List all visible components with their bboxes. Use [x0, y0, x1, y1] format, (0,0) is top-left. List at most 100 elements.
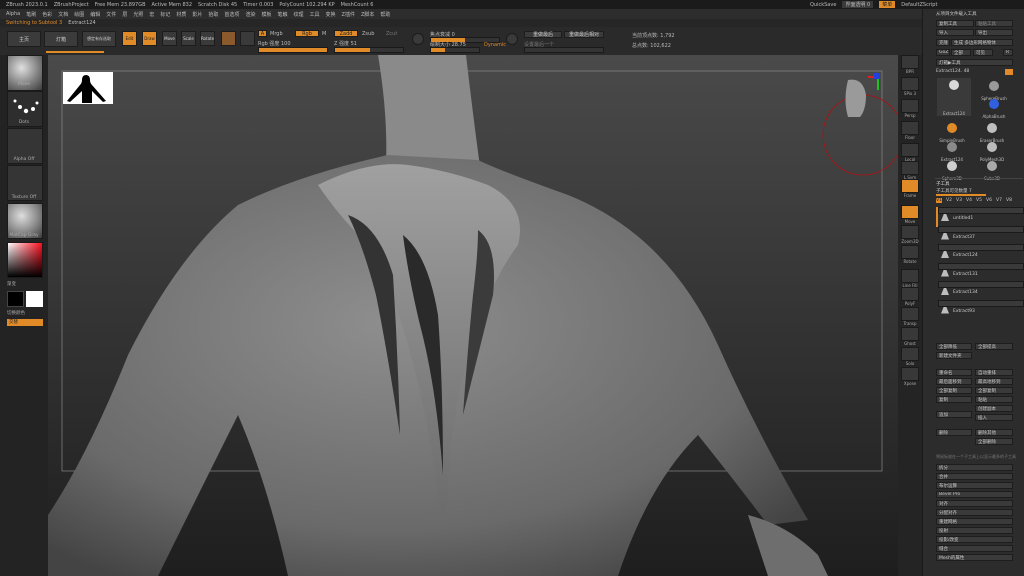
subtool-tab-v2[interactable]: V2	[946, 198, 952, 203]
lightbox-tools-button[interactable]: 灯箱▶工具	[936, 59, 1013, 66]
tool-ghost-button[interactable]	[901, 327, 919, 341]
align-button[interactable]: 对齐	[936, 500, 1013, 507]
subtool-row[interactable]	[938, 262, 1024, 270]
distribute-button[interactable]: 分配对齐	[936, 509, 1013, 516]
move-button[interactable]: Move	[162, 31, 177, 46]
tool-l-sym-button[interactable]	[901, 161, 919, 175]
edit-button[interactable]: Edit	[122, 31, 137, 46]
menu-button[interactable]: 菜单	[879, 1, 896, 8]
tool-transp-button[interactable]	[901, 307, 919, 321]
copy-tool-button[interactable]: 复制工具	[936, 20, 974, 27]
a-toggle[interactable]: A	[258, 30, 267, 37]
goz-button[interactable]: GoZ	[936, 49, 950, 56]
draw-size-slider[interactable]	[430, 47, 480, 53]
dup-merge-button[interactable]: 全部复制	[975, 387, 1013, 394]
menu-item[interactable]: 色彩	[42, 11, 52, 18]
extract-button[interactable]: 投影/改变	[936, 536, 1013, 543]
zsub-toggle[interactable]: Zsub	[362, 31, 374, 37]
all-above-button[interactable]: 最高地移到	[975, 378, 1013, 385]
draw-button[interactable]: Draw	[142, 31, 157, 46]
color-picker[interactable]	[7, 242, 43, 278]
subtool-tab-v6[interactable]: V6	[986, 198, 992, 203]
color-swatch[interactable]	[240, 31, 255, 46]
del-all-button[interactable]: 全部删除	[975, 438, 1013, 445]
menu-item[interactable]: 影片	[192, 11, 202, 18]
paste-tool-button[interactable]: 粘贴	[975, 396, 1013, 403]
rgb-toggle[interactable]: Rgb	[295, 30, 319, 37]
menu-item[interactable]: 拾取	[208, 11, 218, 18]
rename-button[interactable]: 重命名	[936, 369, 972, 376]
tool-spix-3-button[interactable]	[901, 77, 919, 91]
subtool-title[interactable]: 子工具	[936, 181, 950, 187]
lightbox-button[interactable]: 灯箱	[44, 31, 78, 47]
subtool-tab-v5[interactable]: V5	[976, 198, 982, 203]
menu-item[interactable]: 工具	[310, 11, 320, 18]
subtool-row[interactable]	[938, 244, 1024, 251]
mesh-props-button[interactable]: Mesh的属性	[936, 554, 1013, 561]
export-button[interactable]: 导出	[975, 29, 1013, 36]
project-button[interactable]: 投射	[936, 527, 1013, 534]
last-relative-button[interactable]: 重做最后相对	[564, 31, 604, 38]
primary-color-swatch[interactable]	[26, 291, 43, 307]
menu-item[interactable]: 笔触	[277, 11, 287, 18]
switch-color-label[interactable]: 切换颜色	[0, 310, 48, 316]
secondary-color-swatch[interactable]	[7, 291, 24, 307]
home-button[interactable]: 主页	[7, 31, 41, 47]
all-below-button[interactable]: 最后面移到	[936, 378, 972, 385]
knit-button[interactable]: 缝合	[936, 545, 1013, 552]
subtool-tab-v7[interactable]: V7	[996, 198, 1002, 203]
import-button[interactable]: 导入	[936, 29, 974, 36]
subtool-tab-v4[interactable]: V4	[966, 198, 972, 203]
transparency-slider[interactable]: 界面透明 0	[842, 1, 874, 8]
z-intensity-slider[interactable]	[334, 47, 404, 53]
menu-item[interactable]: 绘图	[74, 11, 84, 18]
menu-item[interactable]: Alpha	[6, 11, 20, 17]
menu-item[interactable]: 模板	[261, 11, 271, 18]
auto-reorder-button[interactable]: 自动重排	[975, 369, 1013, 376]
tool-solo-button[interactable]	[901, 347, 919, 361]
viewport-canvas[interactable]	[48, 55, 898, 576]
saved-button[interactable]: 想定有存选取	[82, 31, 116, 47]
mrgb-toggle[interactable]: Mrgb	[270, 31, 283, 37]
menu-item[interactable]: 宏	[149, 11, 154, 18]
menu-item[interactable]: 文档	[58, 11, 68, 18]
copy-tool-button[interactable]: 复制	[936, 396, 972, 403]
subtool-row[interactable]	[938, 207, 1024, 214]
menu-item[interactable]: 编辑	[90, 11, 100, 18]
tool-slider-marker[interactable]	[1005, 69, 1013, 75]
tool-persp-button[interactable]	[901, 99, 919, 113]
alternate-button[interactable]: 交替	[7, 319, 43, 326]
subtool-tab-v1[interactable]: V1	[936, 198, 942, 203]
tool-move-button[interactable]	[901, 205, 919, 219]
subtool-row[interactable]	[938, 225, 1024, 233]
tool-local-button[interactable]	[901, 143, 919, 157]
m-toggle[interactable]: M	[322, 31, 326, 37]
menu-item[interactable]: 渲染	[245, 11, 255, 18]
tool-polyf-button[interactable]	[901, 287, 919, 301]
del-other-button[interactable]: 删除其他	[975, 429, 1013, 436]
subtool-tab-v3[interactable]: V3	[956, 198, 962, 203]
new-folder-button[interactable]: 新建文件夹	[936, 352, 972, 359]
menu-item[interactable]: 光照	[133, 11, 143, 18]
subtool-row[interactable]	[938, 281, 1024, 288]
make-polymesh-button[interactable]: 生成 多边形网格物体	[951, 39, 1013, 46]
menu-item[interactable]: 首选项	[224, 11, 239, 18]
bevel-button[interactable]: Bevel Pro	[936, 491, 1013, 498]
remesh-button[interactable]: 重建网格	[936, 518, 1013, 525]
tool-thumb-alphabrush[interactable]: AlphaBrush	[983, 97, 1005, 119]
r-button[interactable]: R	[1003, 49, 1013, 56]
rgb-intensity-slider[interactable]	[258, 47, 328, 53]
menu-item[interactable]: 标记	[160, 11, 170, 18]
tool-floor-button[interactable]	[901, 121, 919, 135]
all-button[interactable]: 全部	[951, 49, 971, 56]
menu-item[interactable]: 纹理	[293, 11, 303, 18]
last-used-button[interactable]: 重做最后	[524, 31, 562, 38]
zcut-toggle[interactable]: Zcut	[386, 31, 397, 37]
subtool-tab-v8[interactable]: V8	[1006, 198, 1012, 203]
delete-button[interactable]: 删除	[936, 429, 972, 436]
tool-zoom3d-button[interactable]	[901, 225, 919, 239]
menu-item[interactable]: Z脚本	[361, 11, 374, 18]
menu-item[interactable]: 帮助	[380, 11, 390, 18]
dup-below-button[interactable]: 全部复制	[936, 387, 972, 394]
insert-button[interactable]: 插入	[975, 414, 1013, 421]
